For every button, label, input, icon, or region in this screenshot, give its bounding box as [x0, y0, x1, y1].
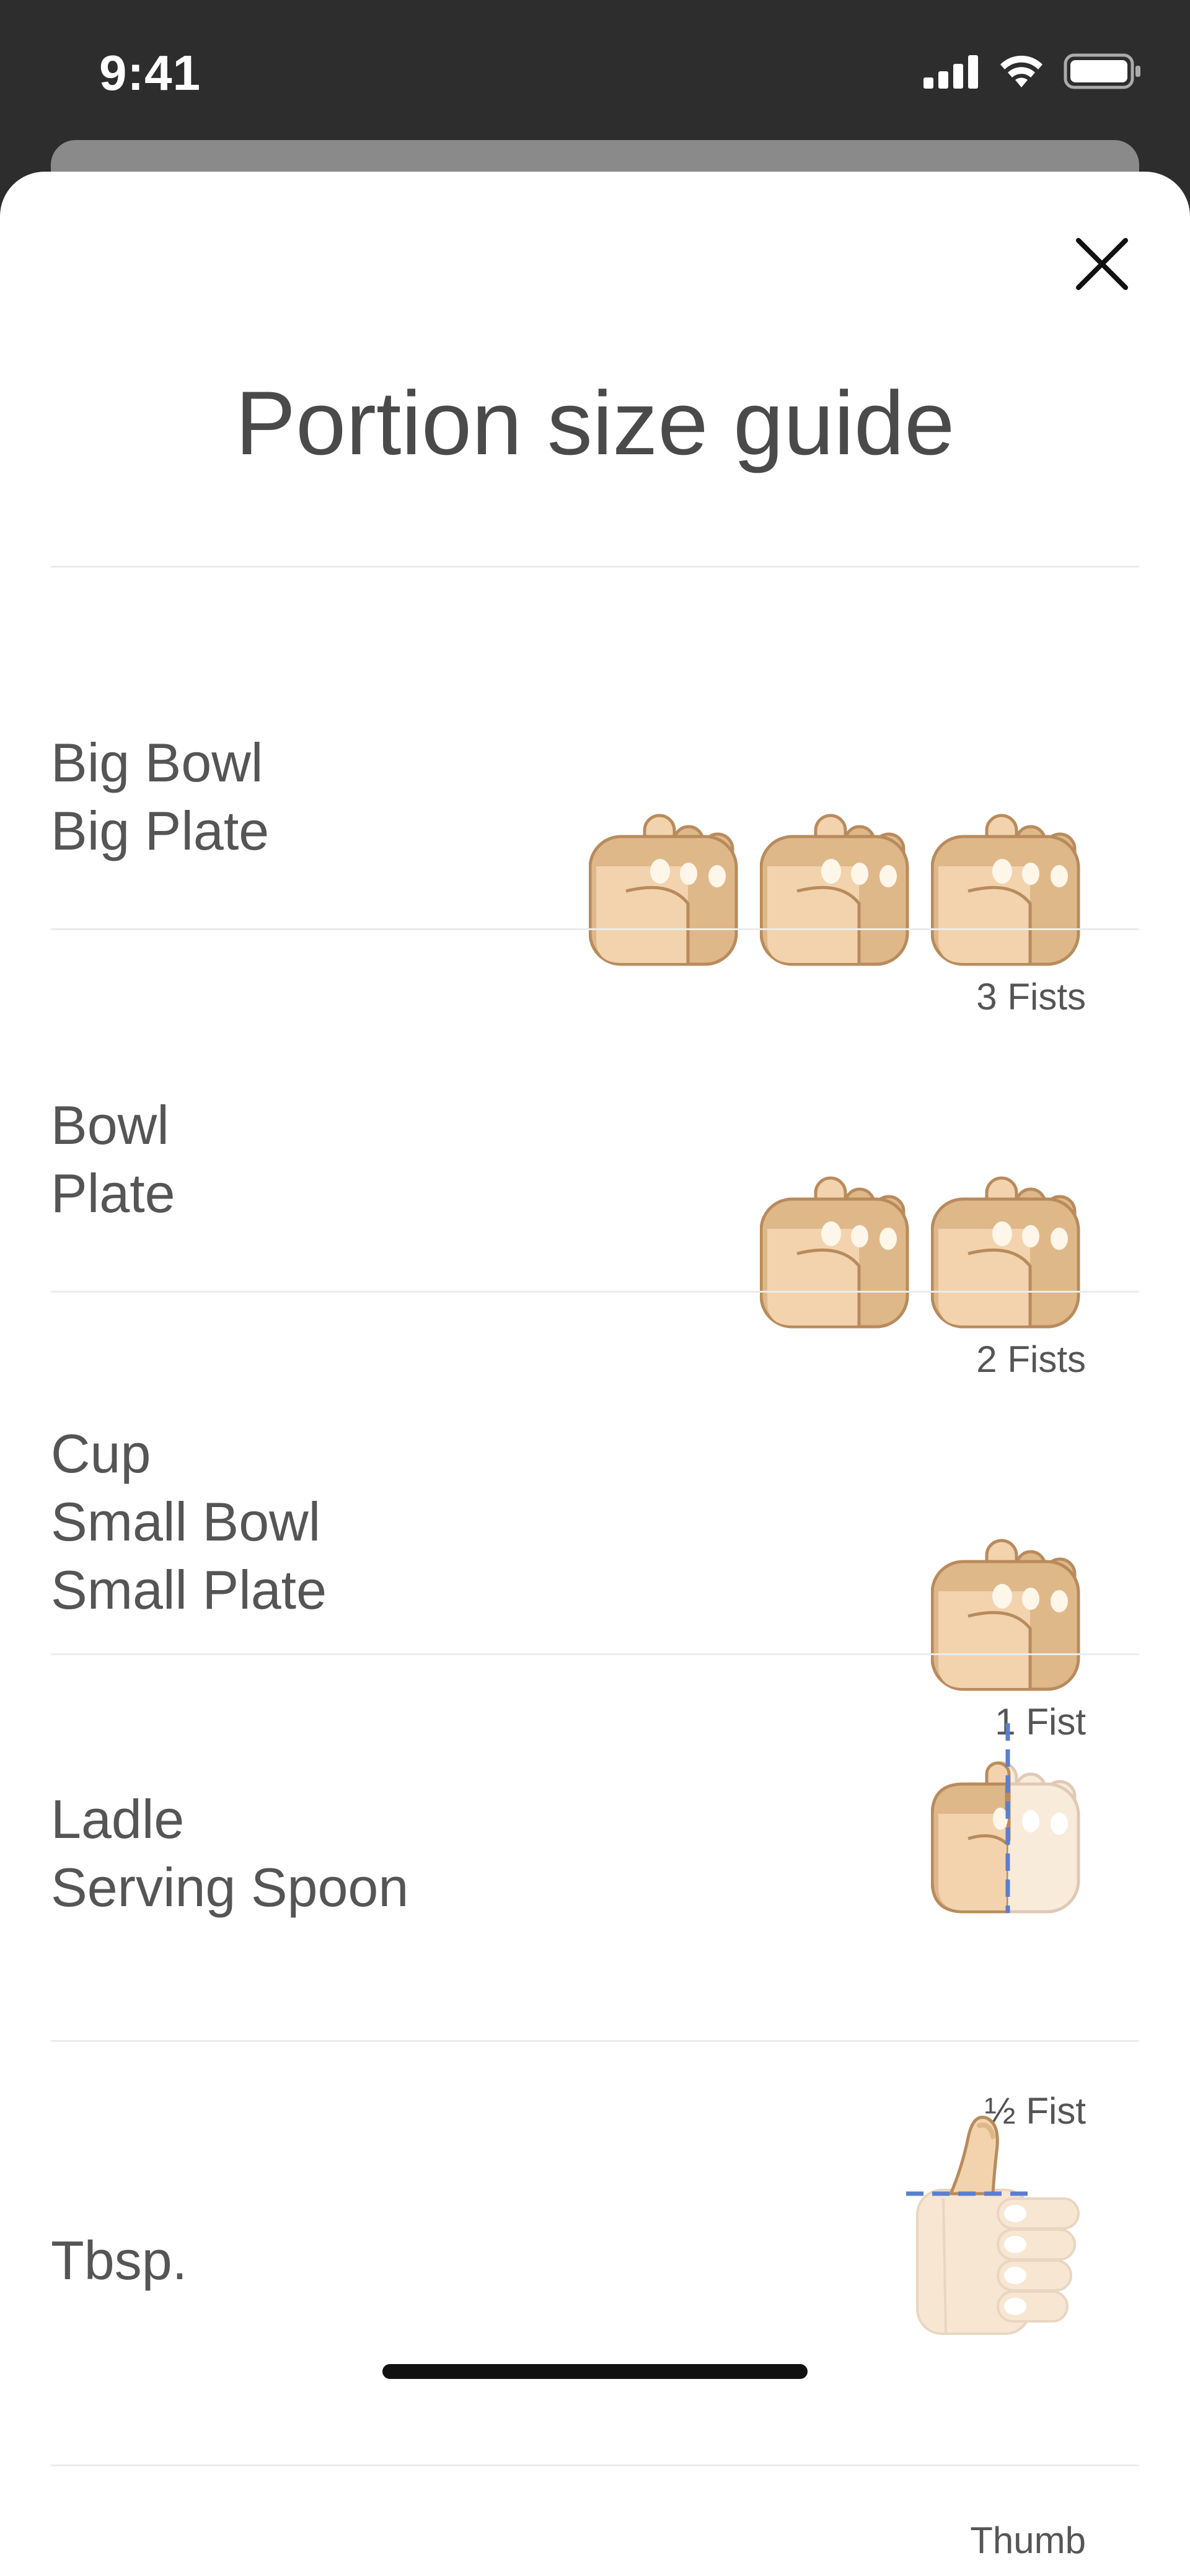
portion-row-regular: Bowl Plate 2 Fists — [51, 930, 1139, 1380]
wifi-icon — [1000, 55, 1042, 87]
thumb-icon — [906, 2116, 1080, 2335]
row-label-line: Big Plate — [51, 800, 270, 861]
portion-row-ladle: Ladle Serving Spoon ½ Fist — [51, 1655, 1139, 2132]
row-label-line: Serving Spoon — [51, 1857, 409, 1918]
row-label-line: Plate — [51, 1163, 175, 1224]
divider — [51, 2464, 1139, 2466]
portion-guide-sheet: Portion size guide Big Bowl Big Plate 3 … — [0, 172, 1190, 2576]
row-label-line: Tbsp. — [51, 2230, 188, 2291]
portion-row-tbsp: Tbsp. Thumb — [51, 2042, 1139, 2561]
battery-icon — [1064, 53, 1140, 89]
close-button[interactable] — [1065, 227, 1139, 301]
fist-illustrations — [931, 1722, 1086, 1914]
row-label: Ladle Serving Spoon — [51, 1785, 408, 1922]
cellular-signal-icon — [923, 55, 978, 89]
portion-row-big: Big Bowl Big Plate 3 Fists — [51, 568, 1139, 1018]
status-bar: 9:41 — [0, 0, 1190, 143]
status-time: 9:41 — [99, 45, 201, 100]
row-label-line: Bowl — [51, 1094, 169, 1156]
row-label: Big Bowl Big Plate — [51, 729, 269, 865]
status-icons — [923, 53, 1142, 89]
row-label: Bowl Plate — [51, 1091, 175, 1228]
row-label: Cup Small Bowl Small Plate — [51, 1420, 327, 1624]
thumb-illustration — [906, 2112, 1086, 2335]
portion-caption: Thumb — [970, 2520, 1086, 2561]
portion-row-small: Cup Small Bowl Small Plate 1 Fist — [51, 1293, 1139, 1743]
row-label-line: Small Bowl — [51, 1491, 321, 1552]
row-label-line: Small Plate — [51, 1559, 327, 1620]
row-label-line: Big Bowl — [51, 732, 263, 793]
home-indicator[interactable] — [382, 2364, 808, 2379]
close-icon — [1076, 238, 1128, 290]
page-title: Portion size guide — [235, 372, 955, 473]
half-fist-icon — [931, 1723, 1080, 1914]
row-label-line: Ladle — [51, 1788, 185, 1850]
row-label-line: Cup — [51, 1423, 151, 1484]
row-label: Tbsp. — [51, 2227, 187, 2295]
